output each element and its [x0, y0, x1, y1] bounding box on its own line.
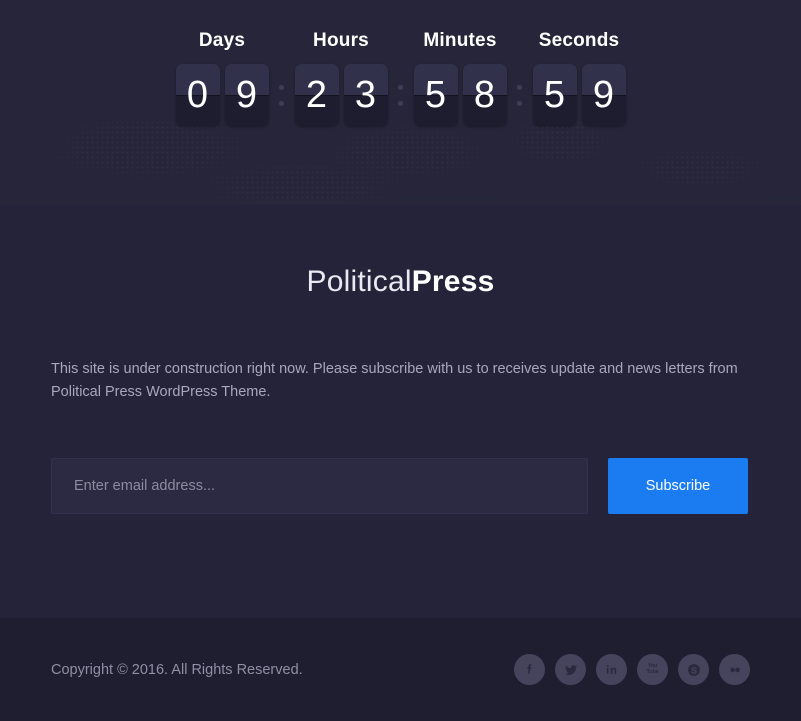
- youtube-line-2: Tube: [646, 668, 659, 675]
- countdown-digit-card: 5: [532, 64, 577, 126]
- hero-bottom-band: [0, 195, 801, 205]
- site-logo: PoliticalPress: [51, 265, 750, 299]
- countdown-digit-card: 3: [343, 64, 388, 126]
- copyright-text: Copyright © 2016. All Rights Reserved.: [51, 661, 303, 678]
- countdown-label: Days: [198, 30, 246, 51]
- description-text: This site is under construction right no…: [51, 361, 738, 400]
- skype-icon[interactable]: [678, 654, 709, 685]
- countdown-digit-card: 9: [224, 64, 269, 126]
- countdown-digit-card: 9: [581, 64, 626, 126]
- countdown-digits: 09: [175, 64, 269, 126]
- countdown-digit-card: 8: [462, 64, 507, 126]
- countdown-digit-value: 0: [186, 74, 209, 116]
- countdown-digits: 59: [532, 64, 626, 126]
- countdown-group-seconds: Seconds 5 9: [532, 30, 626, 126]
- main-section: PoliticalPress This site is under constr…: [0, 205, 801, 618]
- countdown-group-minutes: Minutes 5 8: [413, 30, 507, 126]
- flickr-icon[interactable]: [719, 654, 750, 685]
- countdown-digit-card: 2: [294, 64, 339, 126]
- countdown-digit-value: 2: [305, 74, 328, 116]
- countdown-label: Hours: [313, 30, 369, 51]
- countdown-timer: Days 0 9 Hours 2 3 Minutes 5 8 Seconds 5 9: [0, 0, 801, 126]
- countdown-digit-card: 5: [413, 64, 458, 126]
- countdown-separator-dots-icon: [507, 64, 533, 126]
- logo-text-light: Political: [306, 265, 412, 298]
- youtube-icon-glyph: You Tube: [646, 663, 659, 675]
- countdown-separator-dots-icon: [388, 64, 414, 126]
- countdown-digit-value: 9: [235, 74, 258, 116]
- footer: Copyright © 2016. All Rights Reserved. Y…: [0, 618, 801, 721]
- subscribe-button[interactable]: Subscribe: [608, 458, 748, 514]
- countdown-digit-value: 3: [354, 74, 377, 116]
- countdown-digit-card: 0: [175, 64, 220, 126]
- facebook-icon[interactable]: [514, 654, 545, 685]
- countdown-digits: 23: [294, 64, 388, 126]
- countdown-digit-value: 8: [473, 74, 496, 116]
- countdown-label: Minutes: [423, 30, 497, 51]
- twitter-icon[interactable]: [555, 654, 586, 685]
- countdown-digit-value: 5: [424, 74, 447, 116]
- countdown-group-hours: Hours 2 3: [294, 30, 388, 126]
- social-links: You Tube: [514, 654, 750, 685]
- countdown-digit-value: 9: [592, 74, 615, 116]
- linkedin-icon[interactable]: [596, 654, 627, 685]
- hero-section: Days 0 9 Hours 2 3 Minutes 5 8 Seconds 5 9: [0, 0, 801, 205]
- countdown-group-days: Days 0 9: [175, 30, 269, 126]
- countdown-separator-dots-icon: [269, 64, 295, 126]
- countdown-digit-value: 5: [543, 74, 566, 116]
- countdown-digits: 58: [413, 64, 507, 126]
- youtube-icon[interactable]: You Tube: [637, 654, 668, 685]
- countdown-label: Seconds: [538, 30, 620, 51]
- email-input[interactable]: [51, 458, 588, 514]
- subscribe-form: Subscribe: [51, 458, 750, 514]
- coming-soon-page: Days 0 9 Hours 2 3 Minutes 5 8 Seconds 5 9 Politica…: [0, 0, 801, 721]
- logo-text-bold: Press: [411, 265, 495, 298]
